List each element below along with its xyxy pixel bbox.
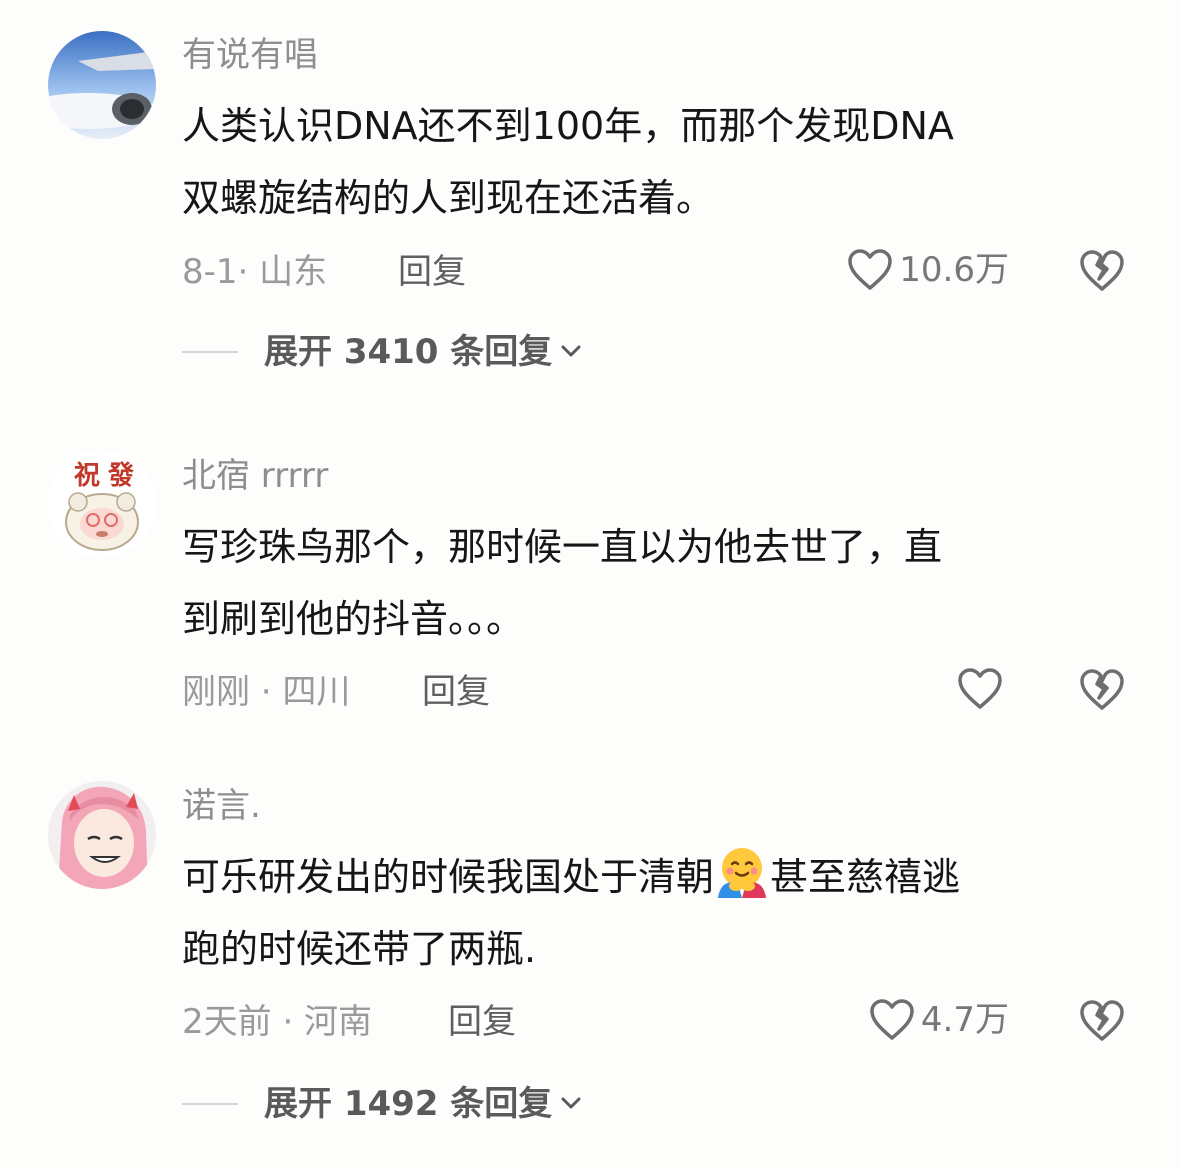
comment-text-segment: 甚至慈禧逃 [770,855,961,899]
like-count: 4.7万 [920,1000,1009,1040]
like-button[interactable]: 10.6万 [847,249,1009,291]
comment-meta: 8-1· 山东 [182,252,328,292]
comment-meta: 刚刚 · 四川 [182,672,351,712]
comment-meta: 2天前 · 河南 [182,1002,373,1042]
comment-text: 人类认识DNA还不到100年，而那个发现DNA 双螺旋结构的人到现在还活着。 [182,90,1132,234]
chevron-down-icon [560,1095,582,1114]
username[interactable]: 诺言. [182,786,261,826]
expand-replies-label: 展开 1492 条回复 [264,1084,553,1124]
dislike-button[interactable] [1078,999,1126,1043]
heart-outline-icon [957,668,1003,710]
hugging-face-emoji [714,844,770,900]
expand-replies-button[interactable]: 展开 1492 条回复 [182,1084,582,1124]
svg-text:祝: 祝 [74,461,100,491]
svg-text:發: 發 [107,461,135,491]
heart-outline-icon [869,999,915,1041]
broken-heart-icon [1078,668,1126,712]
comment-text-line: 到刷到他的抖音。。。 [182,597,525,641]
comment-text-segment: 可乐研发出的时候我国处于清朝 [182,855,715,899]
username[interactable]: 有说有唱 [182,35,318,75]
reply-button[interactable]: 回复 [398,252,466,292]
dislike-button[interactable] [1078,249,1126,293]
dislike-button[interactable] [1078,668,1126,712]
comment-text-line: 双螺旋结构的人到现在还活着。 [182,176,715,220]
like-count: 10.6万 [899,250,1009,290]
expand-replies-label: 展开 3410 条回复 [264,332,553,372]
avatar[interactable] [48,781,156,889]
broken-heart-icon [1078,249,1126,293]
avatar[interactable]: 祝 發 [48,450,156,558]
comment-text: 写珍珠鸟那个，那时候一直以为他去世了，直 到刷到他的抖音。。。 [182,511,1132,655]
broken-heart-icon [1078,999,1126,1043]
comment-text-line: 写珍珠鸟那个，那时候一直以为他去世了，直 [182,525,943,569]
username[interactable]: 北宿 rrrrr [182,456,328,496]
like-button[interactable] [957,668,1009,710]
reply-button[interactable]: 回复 [448,1002,516,1042]
divider [182,1103,238,1105]
comment-text-line: 跑的时候还带了两瓶. [182,927,537,971]
divider [182,351,238,353]
comment-text-line: 可乐研发出的时候我国处于清朝 甚至慈禧逃 [182,841,1132,913]
comment-text-line: 人类认识DNA还不到100年，而那个发现DNA [182,104,954,148]
avatar[interactable] [48,31,156,139]
chevron-down-icon [560,343,582,362]
like-button[interactable]: 4.7万 [869,999,1009,1041]
expand-replies-button[interactable]: 展开 3410 条回复 [182,332,582,372]
reply-button[interactable]: 回复 [422,672,490,712]
comment-text: 可乐研发出的时候我国处于清朝 甚至慈禧逃 跑的时候还带了两瓶. [182,841,1132,985]
heart-outline-icon [847,249,893,291]
